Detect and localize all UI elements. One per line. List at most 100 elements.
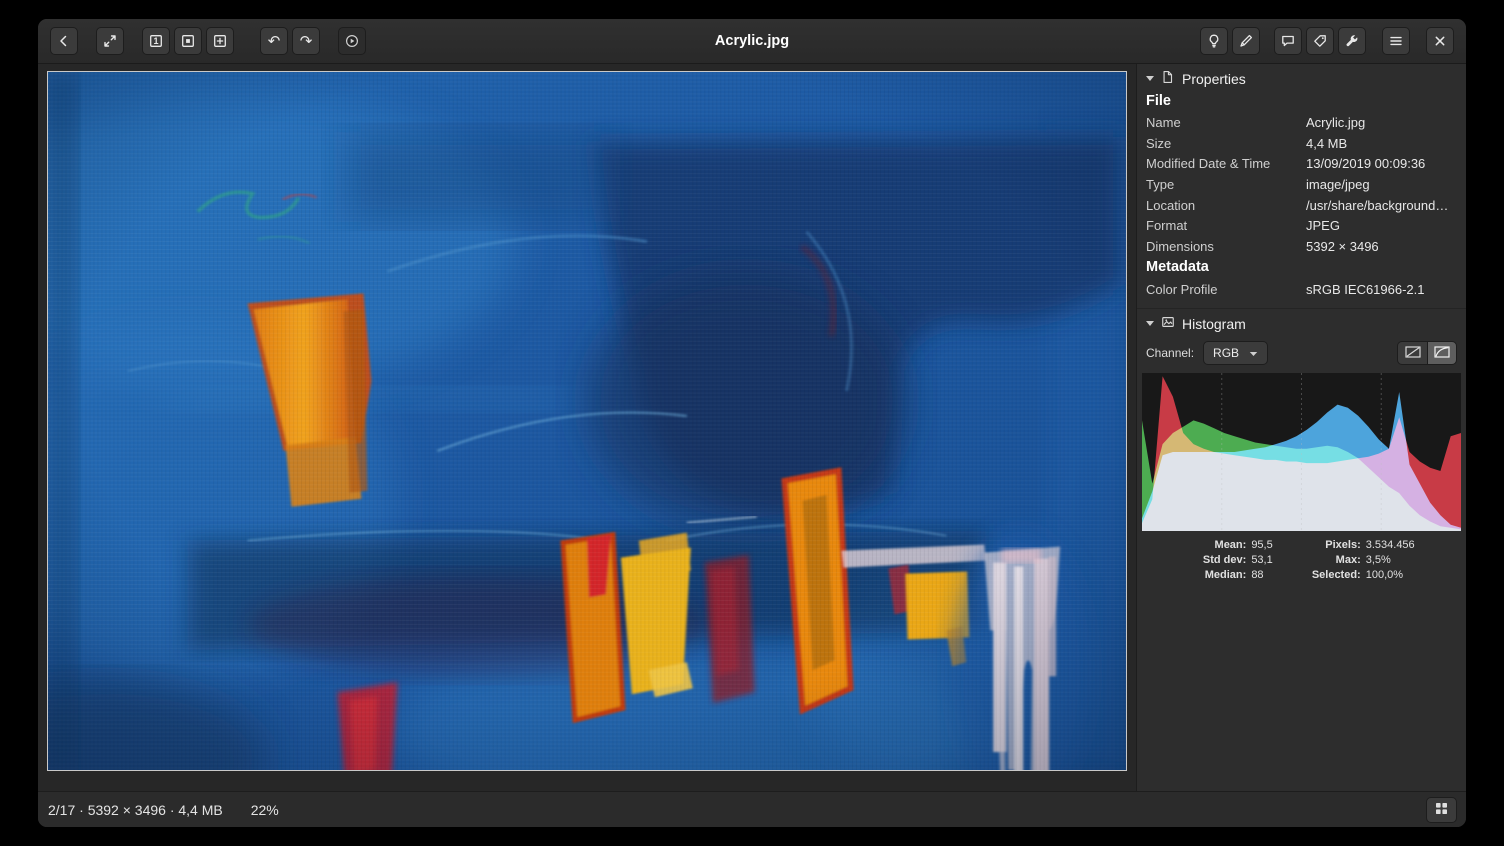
property-value: 13/09/2019 00:09:36 bbox=[1306, 156, 1457, 172]
chevron-down-icon bbox=[1249, 346, 1258, 360]
stat-value: 88 bbox=[1251, 569, 1263, 581]
stats-column-right: Pixels: 3.534.456 Max: 3,5% Selected: 10… bbox=[1303, 539, 1415, 581]
histogram-log-button[interactable] bbox=[1427, 341, 1457, 365]
zoom-in-button[interactable] bbox=[206, 27, 234, 55]
property-value: Acrylic.jpg bbox=[1306, 115, 1457, 131]
hamburger-icon bbox=[1388, 33, 1404, 49]
stat-pixels: Pixels: 3.534.456 bbox=[1303, 539, 1415, 551]
property-row-color-profile: Color Profile sRGB IEC61966-2.1 bbox=[1146, 279, 1457, 300]
stat-label: Selected: bbox=[1303, 569, 1361, 581]
zoom-original-label: 1 bbox=[143, 28, 169, 54]
property-value: /usr/share/background… bbox=[1306, 198, 1457, 214]
property-label: Size bbox=[1146, 136, 1306, 152]
brush-icon bbox=[1238, 33, 1254, 49]
back-button[interactable] bbox=[50, 27, 78, 55]
tag-icon bbox=[1312, 33, 1328, 49]
stat-label: Pixels: bbox=[1303, 539, 1361, 551]
painting-graphic bbox=[48, 72, 1126, 770]
property-label: Name bbox=[1146, 115, 1306, 131]
property-row-size: Size 4,4 MB bbox=[1146, 134, 1457, 155]
photo-acrylic[interactable] bbox=[47, 71, 1127, 771]
wrench-icon bbox=[1344, 33, 1360, 49]
stat-mean: Mean: 95,5 bbox=[1188, 539, 1272, 551]
zoom-fit-button[interactable] bbox=[174, 27, 202, 55]
edit-image-button[interactable] bbox=[1232, 27, 1260, 55]
property-value: JPEG bbox=[1306, 218, 1457, 234]
comment-bubble-icon bbox=[1280, 33, 1296, 49]
histogram-chart bbox=[1142, 373, 1461, 531]
properties-sidebar: Properties File Name Acrylic.jpg Size 4,… bbox=[1136, 64, 1466, 791]
comment-button[interactable] bbox=[1274, 27, 1302, 55]
stat-value: 100,0% bbox=[1366, 569, 1403, 581]
image-viewer-window: 1 ↶ ↷ bbox=[38, 19, 1466, 827]
stat-selected: Selected: 100,0% bbox=[1303, 569, 1415, 581]
histogram-linear-button[interactable] bbox=[1397, 341, 1427, 365]
property-row-dimensions: Dimensions 5392 × 3496 bbox=[1146, 237, 1457, 258]
property-label: Location bbox=[1146, 198, 1306, 214]
image-icon bbox=[1161, 315, 1175, 332]
stats-column-left: Mean: 95,5 Std dev: 53,1 Median: 88 bbox=[1188, 539, 1272, 581]
property-row-format: Format JPEG bbox=[1146, 216, 1457, 237]
image-viewer-pane[interactable] bbox=[38, 64, 1136, 791]
close-button[interactable] bbox=[1426, 27, 1454, 55]
property-row-location: Location /usr/share/background… bbox=[1146, 196, 1457, 217]
tools-button[interactable] bbox=[1338, 27, 1366, 55]
property-row-type: Type image/jpeg bbox=[1146, 175, 1457, 196]
browser-view-button[interactable] bbox=[1426, 797, 1457, 823]
channel-row: Channel: RGB bbox=[1137, 336, 1466, 368]
rotate-left-icon: ↶ bbox=[268, 34, 281, 49]
properties-section-header[interactable]: Properties bbox=[1137, 64, 1466, 91]
rotate-right-button[interactable]: ↷ bbox=[292, 27, 320, 55]
stat-value: 53,1 bbox=[1251, 554, 1272, 566]
zoom-fit-icon bbox=[180, 33, 196, 49]
file-section-title: File bbox=[1146, 91, 1457, 113]
property-row-modified: Modified Date & Time 13/09/2019 00:09:36 bbox=[1146, 154, 1457, 175]
rotate-left-button[interactable]: ↶ bbox=[260, 27, 288, 55]
property-label: Modified Date & Time bbox=[1146, 156, 1306, 172]
collapse-arrow-icon bbox=[1146, 76, 1154, 81]
tag-button[interactable] bbox=[1306, 27, 1334, 55]
fullscreen-button[interactable] bbox=[96, 27, 124, 55]
stat-value: 3.534.456 bbox=[1366, 539, 1415, 551]
stat-stddev: Std dev: 53,1 bbox=[1188, 554, 1272, 566]
stat-value: 3,5% bbox=[1366, 554, 1391, 566]
stat-label: Median: bbox=[1188, 569, 1246, 581]
property-value: 4,4 MB bbox=[1306, 136, 1457, 152]
property-value: image/jpeg bbox=[1306, 177, 1457, 193]
property-row-name: Name Acrylic.jpg bbox=[1146, 113, 1457, 134]
properties-table: File Name Acrylic.jpg Size 4,4 MB Modifi… bbox=[1137, 91, 1466, 304]
property-value: 5392 × 3496 bbox=[1306, 239, 1457, 255]
shine-adjust-button[interactable] bbox=[1200, 27, 1228, 55]
stat-value: 95,5 bbox=[1251, 539, 1272, 551]
menu-button[interactable] bbox=[1382, 27, 1410, 55]
document-icon bbox=[1161, 70, 1175, 87]
window-title: Acrylic.jpg bbox=[715, 33, 789, 49]
histogram-section-header[interactable]: Histogram bbox=[1137, 308, 1466, 336]
linear-scale-icon bbox=[1405, 346, 1421, 361]
zoom-original-button[interactable]: 1 bbox=[142, 27, 170, 55]
property-label: Dimensions bbox=[1146, 239, 1306, 255]
close-icon bbox=[1432, 33, 1448, 49]
play-circle-icon bbox=[344, 33, 360, 49]
stat-label: Std dev: bbox=[1188, 554, 1246, 566]
property-label: Color Profile bbox=[1146, 282, 1306, 298]
statusbar-zoom-level: 22% bbox=[251, 802, 279, 818]
log-scale-icon bbox=[1434, 346, 1450, 361]
channel-select[interactable]: RGB bbox=[1203, 341, 1268, 365]
metadata-section-title: Metadata bbox=[1146, 257, 1457, 279]
channel-label: Channel: bbox=[1146, 346, 1194, 360]
slideshow-button[interactable] bbox=[338, 27, 366, 55]
channel-selected-value: RGB bbox=[1213, 346, 1239, 360]
chevron-left-icon bbox=[56, 33, 72, 49]
properties-header-label: Properties bbox=[1182, 71, 1246, 87]
rotate-right-icon: ↷ bbox=[300, 34, 313, 49]
histogram-stats: Mean: 95,5 Std dev: 53,1 Median: 88 Pixe… bbox=[1137, 531, 1466, 589]
stat-median: Median: 88 bbox=[1188, 569, 1272, 581]
expand-arrows-icon bbox=[102, 33, 118, 49]
statusbar-info: 2/17 · 5392 × 3496 · 4,4 MB bbox=[48, 802, 223, 818]
lightbulb-icon bbox=[1206, 33, 1222, 49]
grid-icon bbox=[1434, 801, 1449, 819]
collapse-arrow-icon bbox=[1146, 321, 1154, 326]
titlebar: 1 ↶ ↷ bbox=[38, 19, 1466, 64]
property-label: Format bbox=[1146, 218, 1306, 234]
